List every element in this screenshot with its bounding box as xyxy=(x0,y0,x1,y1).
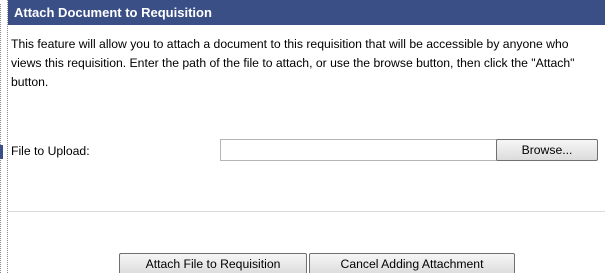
attach-document-page: Attach Document to Requisition This feat… xyxy=(0,0,605,273)
dialog-title: Attach Document to Requisition xyxy=(8,0,605,25)
left-dotted-border xyxy=(0,4,1,273)
browse-button[interactable]: Browse... xyxy=(496,139,598,161)
left-edge-marker xyxy=(0,145,3,159)
attach-document-dialog: Attach Document to Requisition This feat… xyxy=(7,0,605,273)
attach-file-button[interactable]: Attach File to Requisition xyxy=(119,253,307,273)
cancel-attachment-button[interactable]: Cancel Adding Attachment xyxy=(309,253,515,273)
divider xyxy=(8,211,605,212)
file-to-upload-label: File to Upload: xyxy=(11,144,90,158)
dialog-description: This feature will allow you to attach a … xyxy=(11,37,575,89)
file-path-input[interactable] xyxy=(220,139,498,161)
